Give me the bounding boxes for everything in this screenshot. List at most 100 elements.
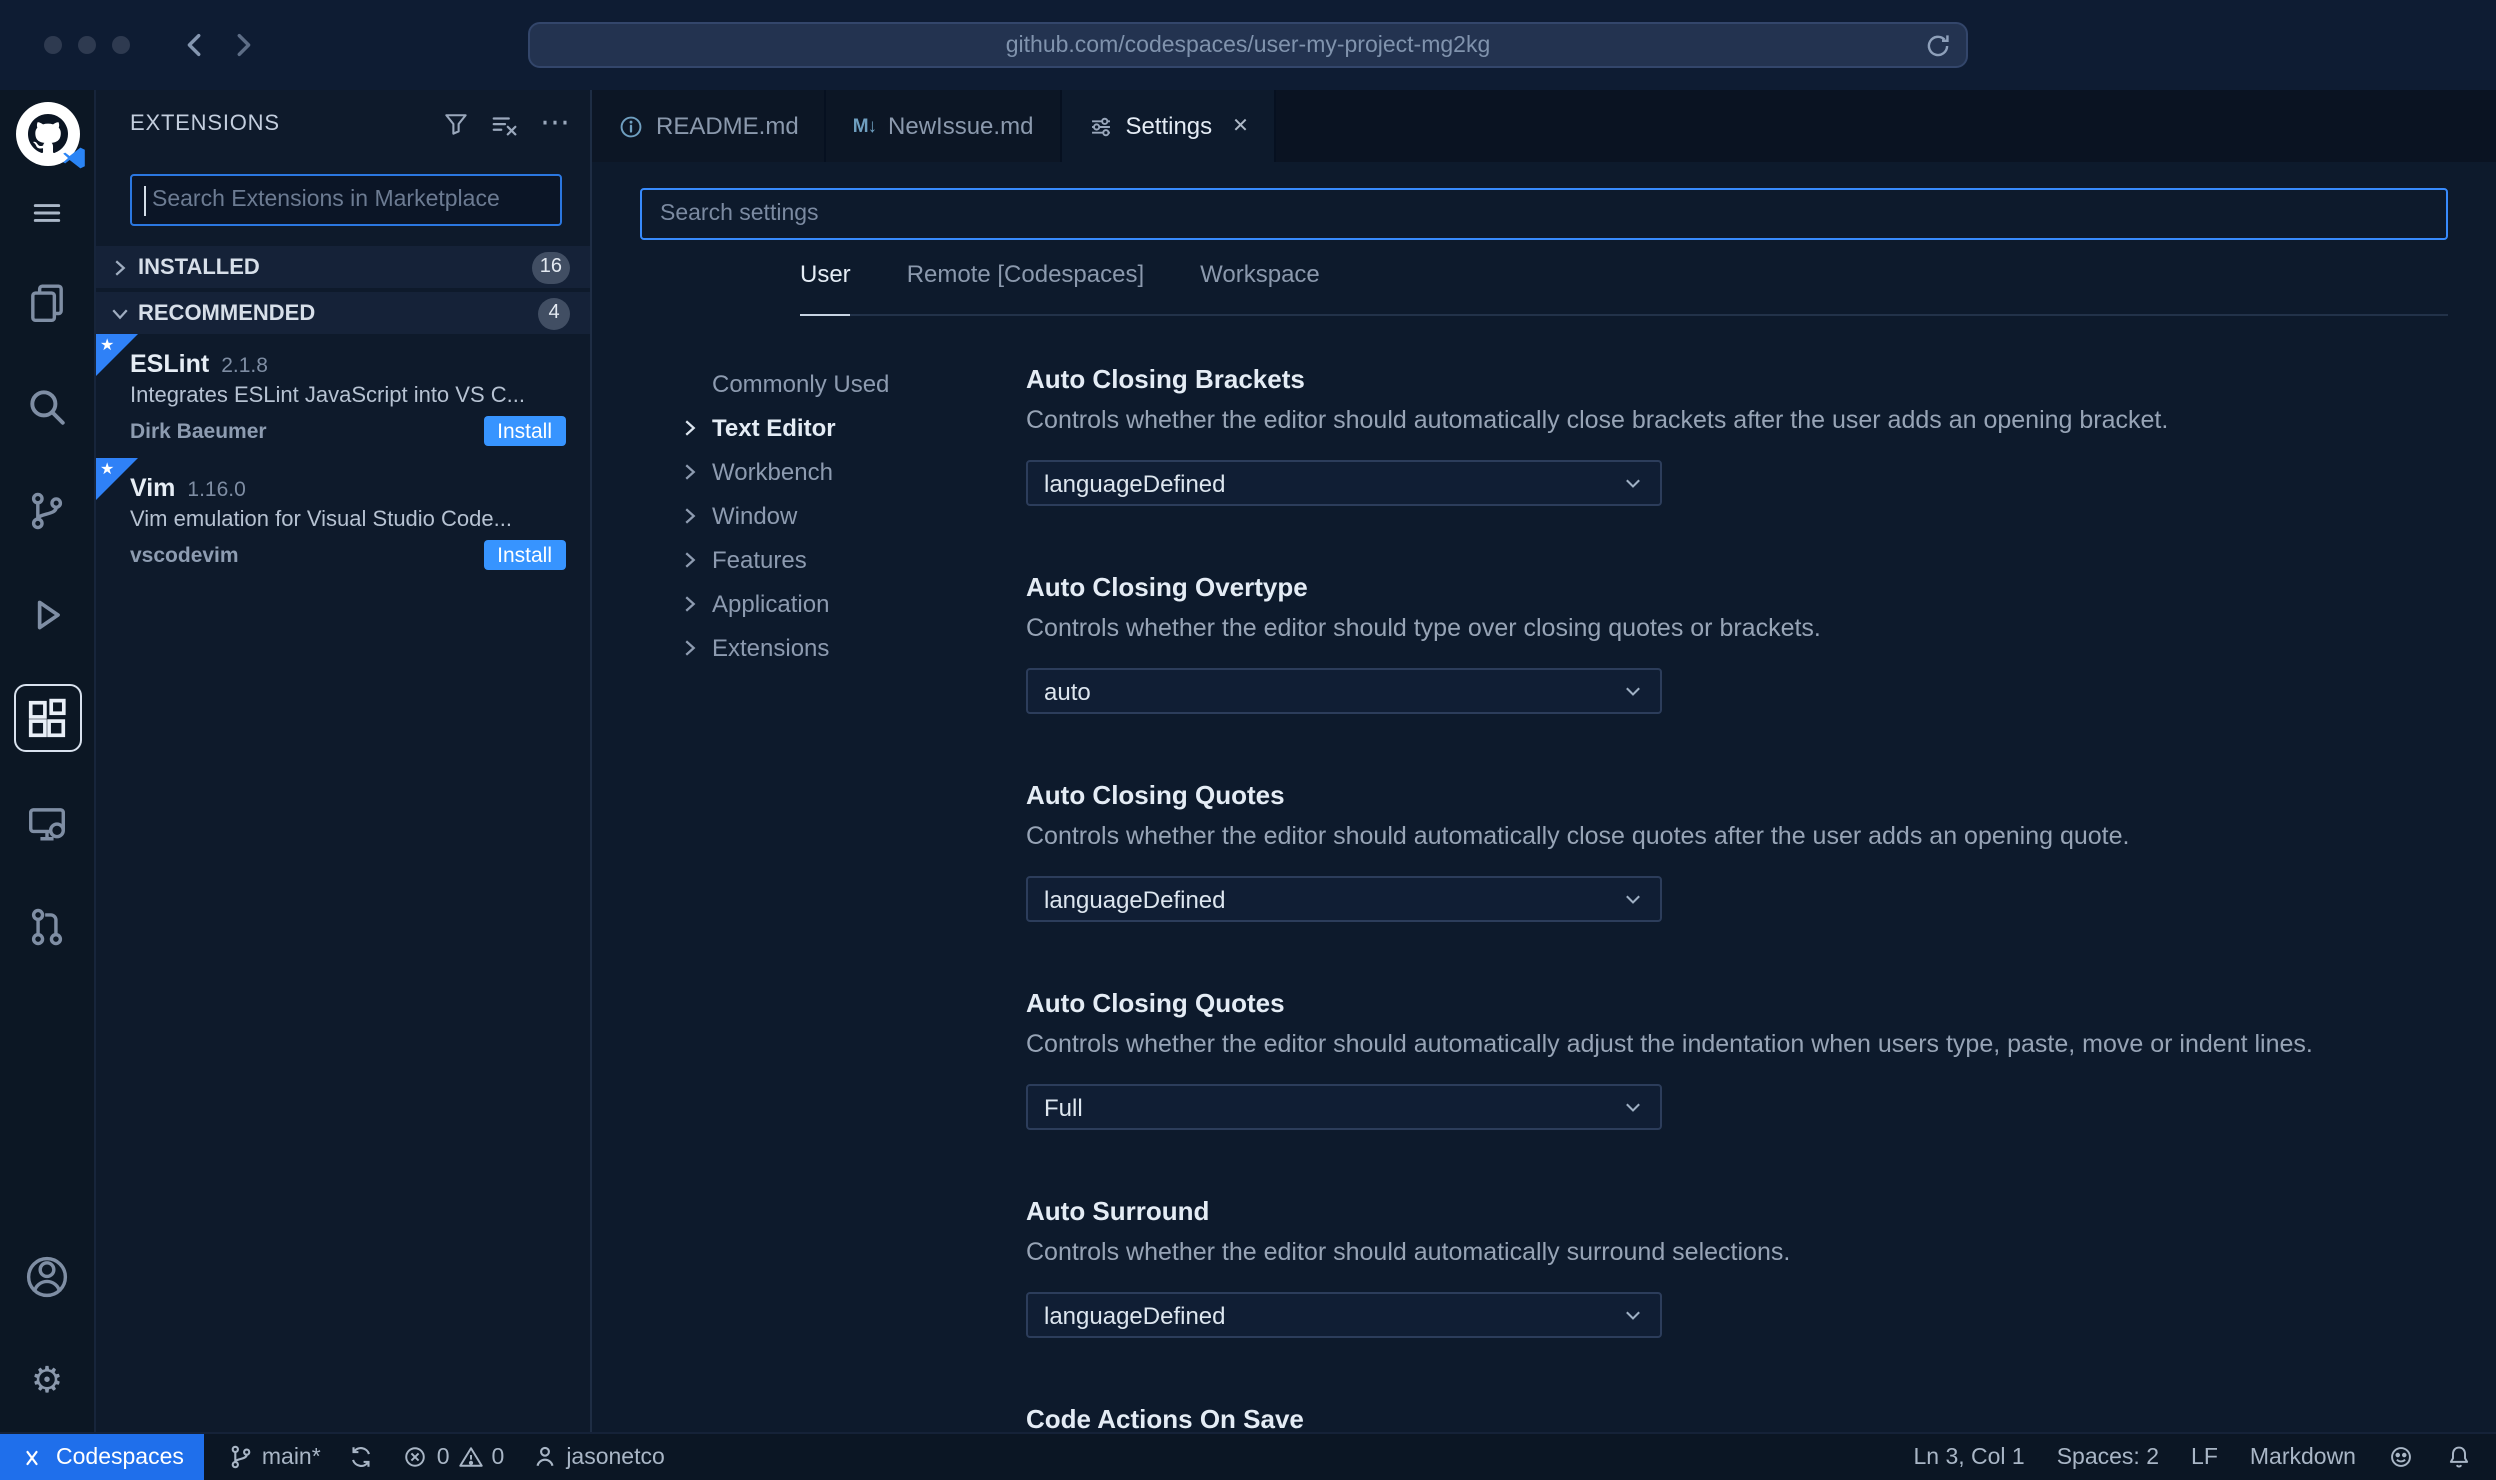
activity-run-debug[interactable]: [0, 562, 95, 666]
extension-item-eslint[interactable]: ★ ESLint 2.1.8 Integrates ESLint JavaScr…: [96, 334, 590, 458]
section-recommended[interactable]: RECOMMENDED 4: [96, 292, 590, 334]
extension-author: vscodevim: [130, 543, 239, 567]
setting-description: Controls whether the editor should autom…: [1026, 1030, 2313, 1058]
setting-auto-closing-overtype: Auto Closing Overtype Controls whether t…: [1026, 570, 2448, 714]
toc-workbench[interactable]: Workbench: [676, 450, 1006, 494]
sync-icon: [352, 1447, 371, 1467]
install-button[interactable]: Install: [483, 416, 566, 446]
chevron-right-icon: [676, 548, 704, 572]
cursor-position[interactable]: Ln 3, Col 1: [1913, 1445, 2024, 1469]
github-logo[interactable]: [15, 102, 84, 169]
tab-settings[interactable]: Settings ✕: [1061, 90, 1277, 162]
clear-extensions-button[interactable]: [490, 109, 520, 139]
problems-indicator[interactable]: 0 0: [403, 1444, 505, 1470]
setting-dropdown[interactable]: auto: [1026, 668, 1662, 714]
recommended-ribbon: ★: [96, 458, 140, 502]
extension-version: 1.16.0: [187, 478, 246, 502]
star-icon: ★: [100, 460, 115, 478]
extension-author: Dirk Baeumer: [130, 419, 267, 443]
activity-search[interactable]: [0, 354, 95, 458]
section-installed[interactable]: INSTALLED 16: [96, 246, 590, 288]
toc-label: Features: [712, 546, 807, 574]
toc-extensions[interactable]: Extensions: [676, 626, 1006, 670]
section-label: INSTALLED: [138, 255, 260, 279]
feedback-button[interactable]: [2388, 1444, 2414, 1470]
installed-count-badge: 16: [531, 251, 570, 283]
install-button[interactable]: Install: [483, 540, 566, 570]
toc-features[interactable]: Features: [676, 538, 1006, 582]
dropdown-value: auto: [1044, 677, 1091, 705]
filter-button[interactable]: [442, 110, 470, 138]
extensions-search-input[interactable]: [132, 176, 560, 224]
setting-description: Controls whether the editor should autom…: [1026, 822, 2130, 850]
activity-extensions[interactable]: [0, 666, 95, 770]
eol-indicator[interactable]: LF: [2191, 1445, 2218, 1469]
feedback-smiley-icon: [2391, 1447, 2411, 1467]
extension-item-vim[interactable]: ★ Vim 1.16.0 Vim emulation for Visual St…: [96, 458, 590, 582]
status-bar: Codespaces main* 0 0 jasonetco Ln 3, Col: [0, 1432, 2496, 1480]
extension-description: Integrates ESLint JavaScript into VS C..…: [130, 384, 525, 408]
settings-search-input[interactable]: [642, 190, 2446, 238]
branch-icon: [231, 1445, 251, 1469]
extension-version: 2.1.8: [221, 354, 268, 378]
remote-indicator[interactable]: Codespaces: [0, 1434, 204, 1480]
sync-button[interactable]: [349, 1444, 375, 1470]
toc-commonly-used[interactable]: Commonly Used: [676, 362, 1006, 406]
activity-source-control[interactable]: [0, 458, 95, 562]
branch-name: main*: [261, 1445, 321, 1469]
toc-application[interactable]: Application: [676, 582, 1006, 626]
notifications-button[interactable]: [2446, 1444, 2472, 1470]
chevron-right-icon: [676, 592, 704, 616]
window-minimize-button[interactable]: [78, 36, 96, 54]
setting-description: Controls whether the editor should autom…: [1026, 1238, 1791, 1266]
url-bar[interactable]: github.com/codespaces/user-my-project-mg…: [528, 22, 1968, 68]
tab-readme[interactable]: README.md: [592, 90, 827, 162]
remote-explorer-icon: [29, 807, 65, 840]
forward-button[interactable]: [218, 21, 266, 69]
dropdown-value: languageDefined: [1044, 1301, 1226, 1329]
chevron-down-icon: [1622, 680, 1644, 702]
scope-tab-remote[interactable]: Remote [Codespaces]: [907, 260, 1144, 314]
account-button[interactable]: [0, 1224, 95, 1328]
star-icon: ★: [100, 336, 115, 354]
setting-description: Controls whether the editor should autom…: [1026, 406, 2169, 434]
menu-button[interactable]: [30, 182, 64, 242]
close-tab-icon[interactable]: ✕: [1232, 115, 1249, 137]
person-icon: [536, 1446, 554, 1467]
explorer-icon: [31, 283, 63, 322]
warning-count: 0: [491, 1445, 505, 1469]
toc-label: Extensions: [712, 634, 830, 662]
branch-indicator[interactable]: main*: [228, 1444, 321, 1470]
chevron-left-icon: [186, 33, 200, 57]
reload-button[interactable]: [1924, 32, 1952, 60]
activity-explorer[interactable]: [0, 250, 95, 354]
window-controls[interactable]: [44, 36, 130, 54]
dropdown-value: languageDefined: [1044, 469, 1226, 497]
activity-github-pull-requests[interactable]: [0, 874, 95, 978]
user-indicator[interactable]: jasonetco: [532, 1444, 665, 1470]
setting-dropdown[interactable]: languageDefined: [1026, 460, 1662, 506]
pull-request-icon: [31, 907, 63, 945]
window-close-button[interactable]: [44, 36, 62, 54]
setting-dropdown[interactable]: Full: [1026, 1084, 1662, 1130]
toc-text-editor[interactable]: Text Editor: [676, 406, 1006, 450]
activity-remote-explorer[interactable]: [0, 770, 95, 874]
window-maximize-button[interactable]: [112, 36, 130, 54]
scope-tab-user[interactable]: User: [800, 260, 851, 316]
setting-dropdown[interactable]: languageDefined: [1026, 876, 1662, 922]
setting-dropdown[interactable]: languageDefined: [1026, 1292, 1662, 1338]
back-button[interactable]: [170, 21, 218, 69]
scope-tab-workspace[interactable]: Workspace: [1200, 260, 1320, 314]
extensions-search[interactable]: [130, 174, 562, 226]
errors-icon: [405, 1447, 426, 1467]
bell-icon: [2449, 1446, 2469, 1468]
language-mode[interactable]: Markdown: [2250, 1445, 2356, 1469]
settings-search[interactable]: [640, 188, 2448, 240]
toc-label: Commonly Used: [712, 370, 890, 398]
active-highlight-box: [13, 684, 81, 752]
more-actions-button[interactable]: ⋯: [540, 108, 570, 138]
tab-newissue[interactable]: M↓ NewIssue.md: [826, 90, 1062, 162]
indentation-indicator[interactable]: Spaces: 2: [2057, 1445, 2159, 1469]
settings-gear-button[interactable]: ⚙: [0, 1328, 95, 1432]
toc-window[interactable]: Window: [676, 494, 1006, 538]
